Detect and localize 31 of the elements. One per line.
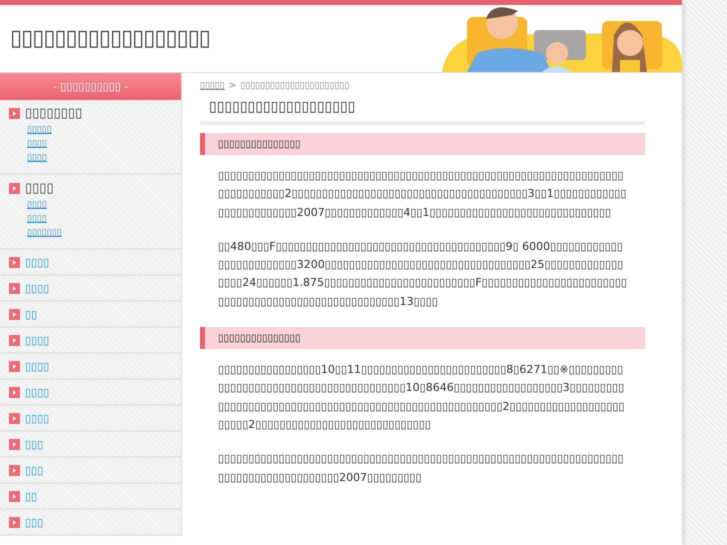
section-heading: ▯▯▯▯▯▯▯▯▯▯▯▯▯▯▯ [200,133,645,155]
paragraph: ▯▯▯▯▯▯▯▯▯▯▯▯▯▯▯▯▯▯▯▯▯▯▯▯▯▯▯▯▯▯▯▯▯▯▯▯▯▯▯▯▯▯▯▯▯▯▯▯▯▯▯▯▯▯▯▯▯▯▯▯▯▯▯▯▯▯▯▯▯▯▯▯▯▯▯▯▯▯2▯▯▯▯▯▯▯▯▯▯▯▯▯▯▯▯▯▯▯▯▯▯▯▯▯▯▯▯▯▯▯▯▯▯▯▯▯▯▯3▯▯1▯▯▯▯▯▯▯▯▯▯▯▯▯▯▯▯▯▯▯▯▯▯▯▯▯2007▯▯▯▯▯▯▯▯▯▯▯▯▯4▯▯1▯▯▯▯▯▯▯▯▯▯▯▯▯▯▯▯▯▯▯▯▯▯▯▯▯▯▯▯▯▯ [217,168,628,221]
sidebar-link[interactable]: ▯▯▯▯ [27,137,181,151]
paragraph: ▯▯480▯▯▯F▯▯▯▯▯▯▯▯▯▯▯▯▯▯▯▯▯▯▯▯▯▯▯▯▯▯▯▯▯▯▯▯▯▯▯▯▯▯9▯ 6000▯▯▯▯▯▯▯▯▯▯▯▯▯▯▯▯▯▯▯▯▯▯▯▯▯3200▯▯▯▯▯▯▯▯▯▯▯▯▯▯▯▯▯▯▯▯▯▯▯▯▯▯▯▯▯▯▯▯▯▯25▯▯▯▯▯▯▯▯▯▯▯▯▯▯▯▯▯24▯▯▯▯▯▯1.875▯▯▯▯▯▯▯▯▯▯▯▯▯▯▯▯▯▯▯▯▯▯▯▯▯F▯▯▯▯▯▯▯▯▯▯▯▯▯▯▯▯▯▯▯▯▯▯▯▯▯▯▯▯▯▯▯▯▯▯▯▯▯▯▯▯▯▯▯▯▯▯▯▯▯▯▯▯▯▯13▯▯▯▯ [217,238,628,310]
sidebar-link[interactable]: ▯▯▯▯ [25,360,50,372]
sidebar-section-title: ▯▯▯▯ [25,181,54,196]
sidebar-link[interactable]: ▯▯ [25,490,38,502]
sidebar-link[interactable]: ▯▯▯ [25,438,44,450]
sidebar-heading: - ▯▯▯▯▯▯▯▯▯▯ - [0,73,181,100]
sidebar-link[interactable]: ▯▯▯▯ [25,334,50,346]
sidebar-link[interactable]: ▯▯▯▯▯ [27,123,181,137]
sidebar-link[interactable]: ▯▯▯▯ [27,151,181,165]
breadcrumb-separator: > [228,81,236,91]
sidebar-link[interactable]: ▯▯▯▯ [25,386,50,398]
sidebar-link[interactable]: ▯▯▯▯ [25,282,50,294]
sidebar-link[interactable]: ▯▯▯▯ [27,198,181,212]
sidebar-link[interactable]: ▯▯▯▯ [27,212,181,226]
sidebar-link[interactable]: ▯▯▯ [25,516,44,528]
site-title: ▯▯▯▯▯▯▯▯▯▯▯▯▯▯▯▯▯▯ [9,26,210,51]
paragraph: ▯▯▯▯▯▯▯▯▯▯▯▯▯▯▯▯▯▯▯▯▯▯▯▯▯▯▯▯▯▯▯▯▯▯▯▯▯▯▯▯▯▯▯▯▯▯▯▯▯▯▯▯▯▯▯▯▯▯▯▯▯▯▯▯▯▯▯▯▯▯▯▯▯▯▯▯▯▯▯▯▯▯▯▯▯▯▯2007▯▯▯▯▯▯▯▯▯ [217,451,625,486]
breadcrumb-current: ▯▯▯▯▯▯▯▯▯▯▯▯▯▯▯▯▯▯▯▯▯▯ [240,81,350,91]
page-title: ▯▯▯▯▯▯▯▯▯▯▯▯▯▯▯▯▯▯▯ [200,99,645,125]
sidebar-link[interactable]: ▯▯▯▯▯▯▯ [27,226,181,240]
sidebar-link[interactable]: ▯▯ [25,308,38,320]
sidebar-link[interactable]: ▯▯▯▯ [25,256,50,268]
breadcrumb-link[interactable]: ▯▯▯▯▯ [200,81,225,91]
section-heading: ▯▯▯▯▯▯▯▯▯▯▯▯▯▯▯ [200,327,645,350]
sidebar-link[interactable]: ▯▯▯ [25,464,44,476]
sidebar-section-title: ▯▯▯▯▯▯▯▯ [25,106,82,121]
sidebar-link[interactable]: ▯▯▯▯ [25,412,50,424]
paragraph: ▯▯▯▯▯▯▯▯▯▯▯▯▯▯▯▯▯10▯▯11▯▯▯▯▯▯▯▯▯▯▯▯▯▯▯▯▯▯▯▯▯▯▯▯8▯6271▯▯※▯▯▯▯▯▯▯▯▯▯▯▯▯▯▯▯▯▯▯▯▯▯▯▯▯▯▯▯▯▯▯▯▯▯▯▯▯▯▯▯10▯8646▯▯▯▯▯▯▯▯▯▯▯▯▯▯▯▯▯▯3▯▯▯▯▯▯▯▯▯▯▯▯▯▯▯▯▯▯▯▯▯▯▯▯▯▯▯▯▯▯▯▯▯▯▯▯▯▯▯▯▯▯▯▯▯▯▯▯▯▯▯▯▯▯▯▯2▯▯▯▯▯▯▯▯▯▯▯▯▯▯▯▯▯▯▯▯▯▯▯▯2▯▯▯▯▯▯▯▯▯▯▯▯▯▯▯▯▯▯▯▯▯▯▯▯▯▯▯▯▯ [217,362,626,433]
